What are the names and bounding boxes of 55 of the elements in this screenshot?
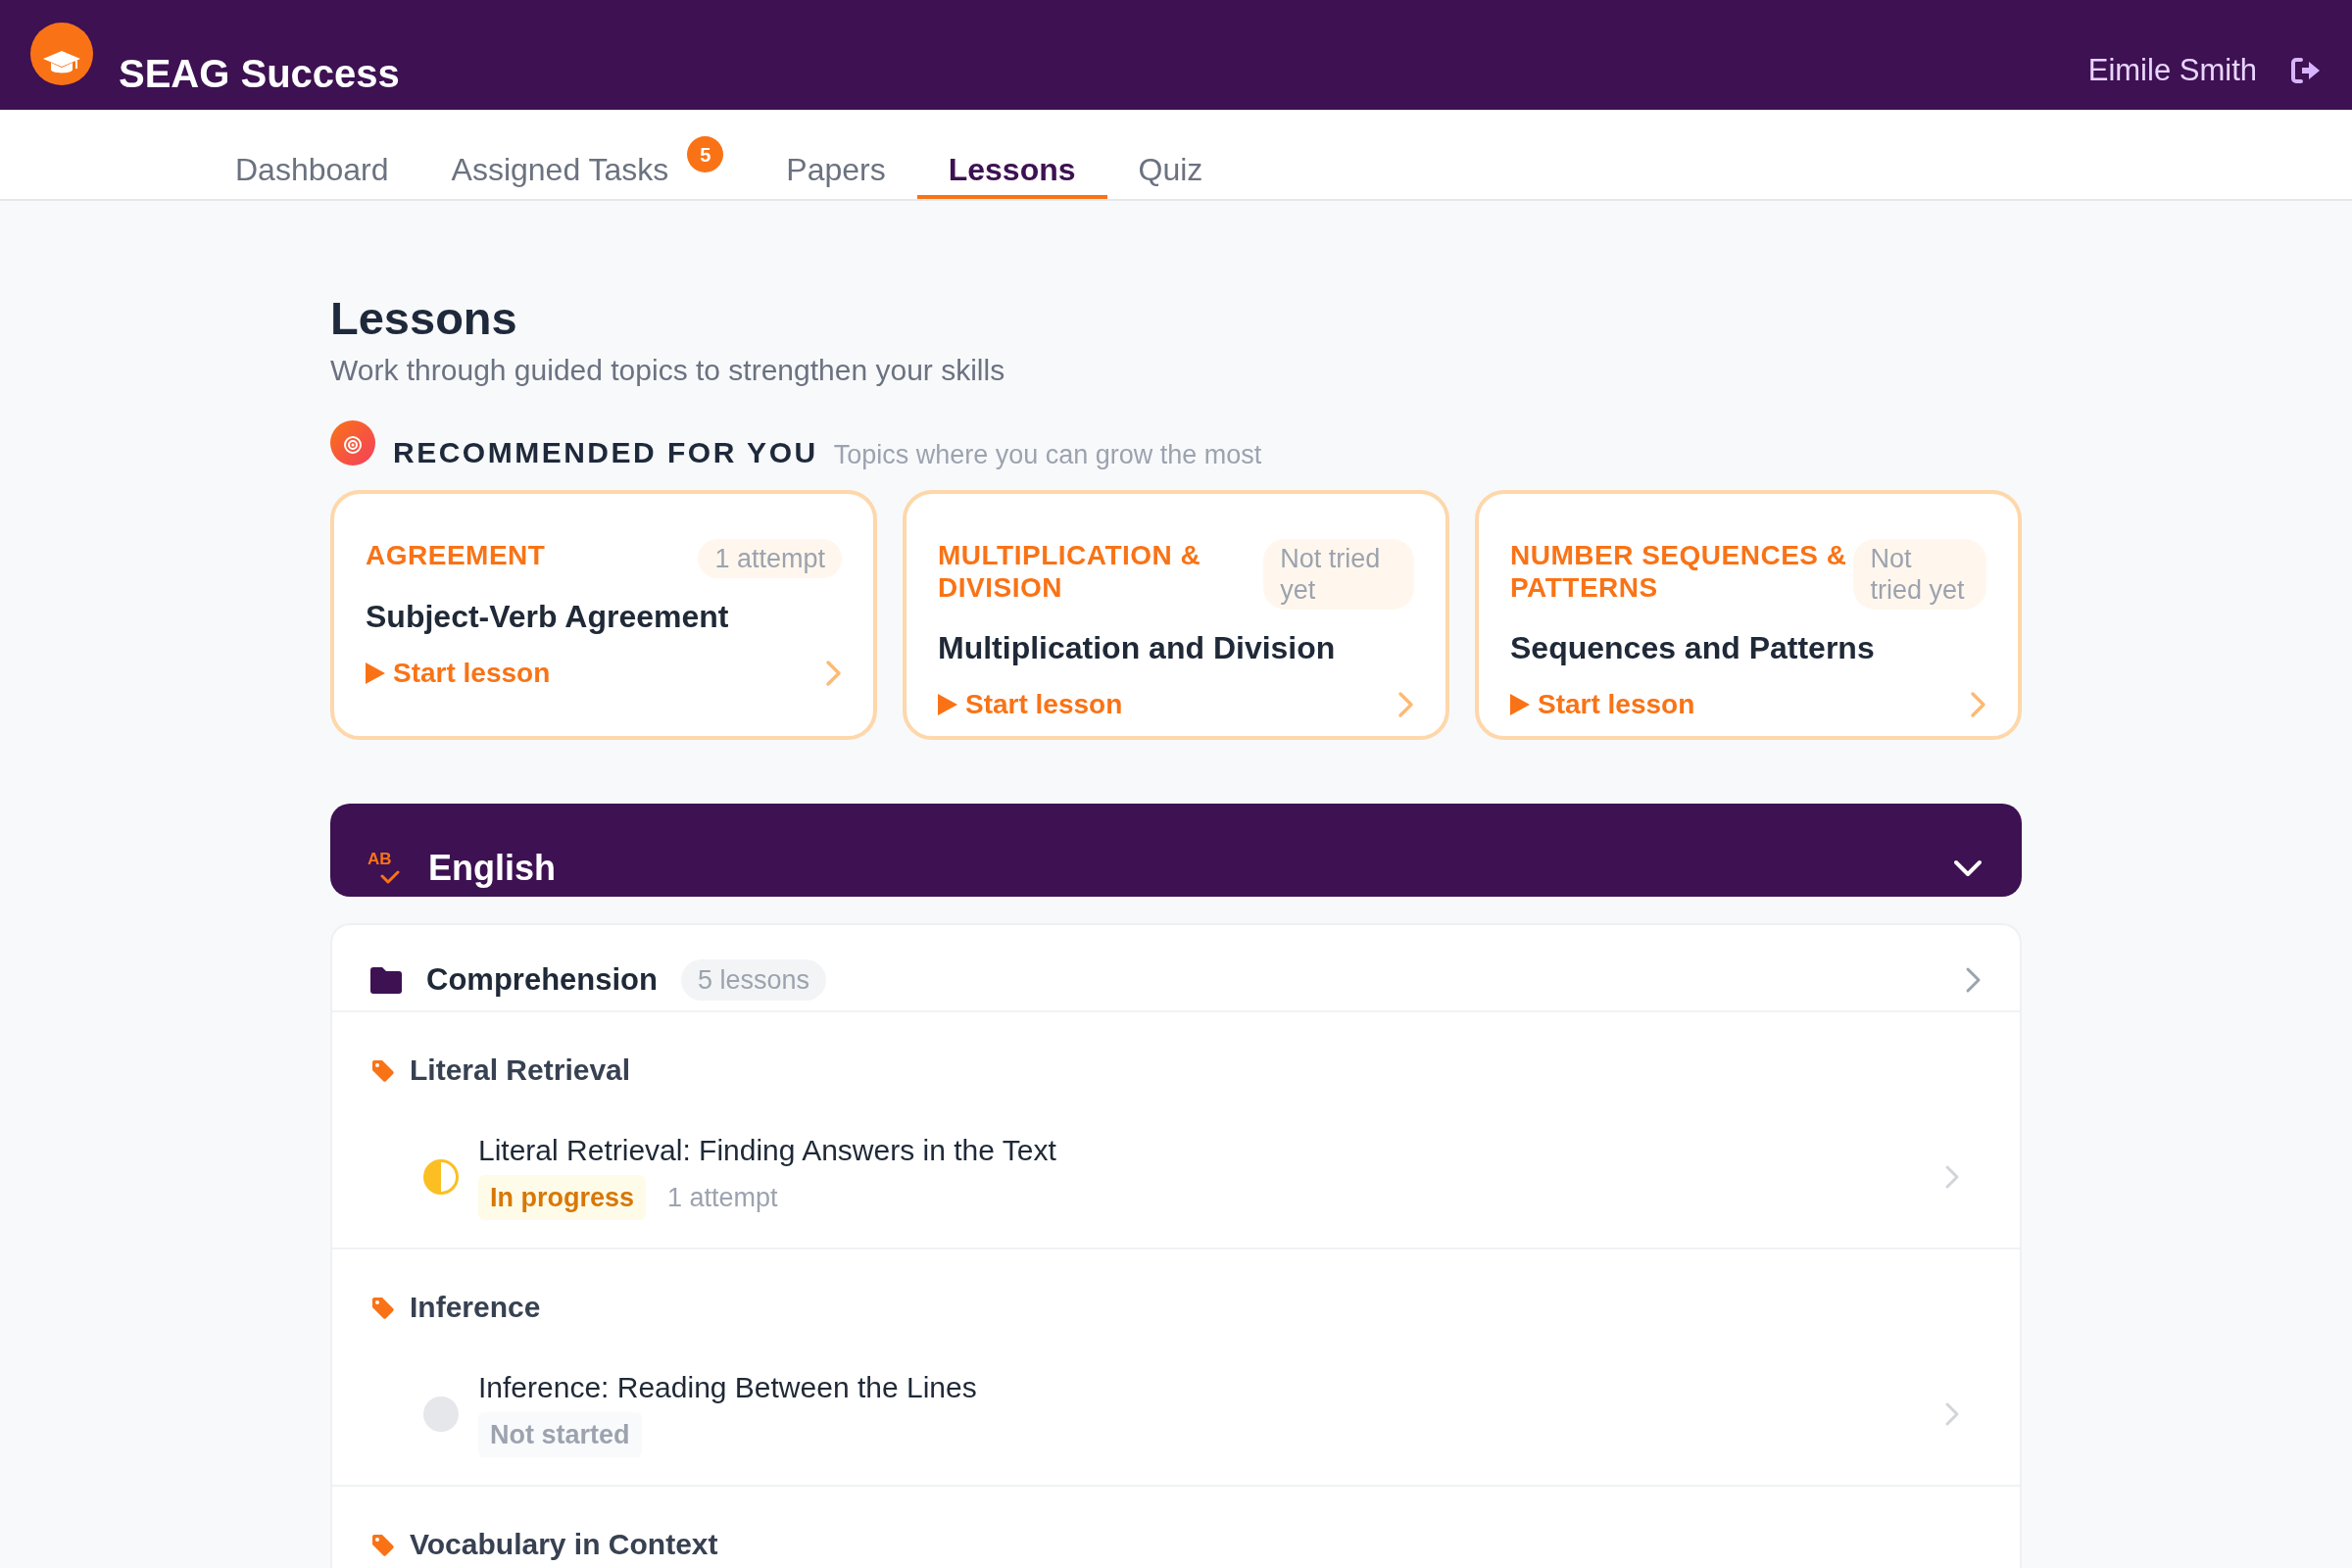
nav-tab[interactable]: Dashboard: [204, 110, 420, 199]
chevron-right-icon: [825, 660, 842, 687]
chevron-right-icon[interactable]: [1944, 1400, 1960, 1427]
status-badge: In progress: [478, 1175, 647, 1220]
brand-name: SEAG Success: [119, 51, 400, 96]
half-circle-icon: [423, 1158, 459, 1195]
nav-tab[interactable]: Quiz: [1106, 110, 1235, 199]
logout-icon[interactable]: [2290, 57, 2321, 84]
lesson-title[interactable]: Literal Retrieval: Finding Answers in the Text: [478, 1133, 1056, 1168]
recommendation-card[interactable]: NUMBER SEQUENCES & PATTERNS Not tried yet Sequences and Patterns Start lesson: [1475, 490, 2022, 740]
chevron-down-icon[interactable]: [1953, 859, 1983, 877]
section-note: Topics where you can grow the most: [833, 439, 1262, 470]
user-name: Eimile Smith: [2087, 53, 2257, 88]
count-badge: 5: [687, 136, 724, 172]
lesson-title: Multiplication and Division: [938, 629, 1337, 667]
topic-title: Literal Retrieval: [410, 1053, 631, 1088]
section-heading: RECOMMENDED FOR YOU: [393, 435, 818, 470]
chevron-right-icon[interactable]: [1944, 1163, 1960, 1190]
status-badge: Not started: [478, 1412, 642, 1457]
subject-title: English: [428, 849, 556, 888]
chevron-right-icon: [1397, 691, 1414, 718]
tag-icon: [370, 1057, 395, 1083]
attempt-badge: Not tried yet: [1263, 539, 1414, 610]
folder-icon: [370, 966, 402, 994]
circle-icon: [423, 1396, 459, 1432]
recommendation-card[interactable]: MULTIPLICATION & DIVISION Not tried yet Multiplication and Division Start lesson: [903, 490, 1449, 740]
lesson-count-badge: 5 lessons: [680, 959, 827, 1001]
target-icon: [330, 420, 375, 466]
graduation-cap-logo-icon: [30, 23, 93, 85]
chevron-right-icon: [1970, 691, 1986, 718]
nav-tab[interactable]: Papers: [755, 110, 917, 199]
attempt-badge: 1 attempt: [698, 539, 842, 578]
topic-title: Vocabulary in Context: [410, 1527, 718, 1562]
page-subtitle: Work through guided topics to strengthen your skills: [330, 353, 1006, 388]
chevron-right-icon[interactable]: [1965, 966, 1983, 994]
lesson-title[interactable]: Inference: Reading Between the Lines: [478, 1370, 977, 1405]
topic-title: Inference: [410, 1290, 541, 1325]
attempt-count: 1 attempt: [667, 1182, 778, 1214]
recommendation-card[interactable]: AGREEMENT 1 attempt Subject-Verb Agreement Start lesson: [330, 490, 877, 740]
topic-category: NUMBER SEQUENCES & PATTERNS: [1510, 539, 1848, 604]
page-title: Lessons: [330, 291, 518, 346]
play-icon: [1510, 694, 1530, 715]
attempt-badge: Not tried yet: [1853, 539, 1986, 610]
topic-category: AGREEMENT: [366, 539, 546, 571]
group-title[interactable]: Comprehension: [426, 959, 658, 1001]
nav-tab[interactable]: Lessons: [916, 110, 1107, 199]
lesson-title: Subject-Verb Agreement: [366, 598, 730, 636]
nav-tab[interactable]: Assigned Tasks 5: [419, 110, 756, 199]
topic-category: MULTIPLICATION & DIVISION: [938, 539, 1202, 604]
play-icon: [366, 662, 385, 684]
tag-icon: [370, 1295, 395, 1320]
subject-header[interactable]: AB English: [330, 804, 2022, 897]
lesson-title: Sequences and Patterns: [1510, 629, 1876, 667]
play-icon: [938, 694, 957, 715]
tag-icon: [370, 1532, 395, 1557]
